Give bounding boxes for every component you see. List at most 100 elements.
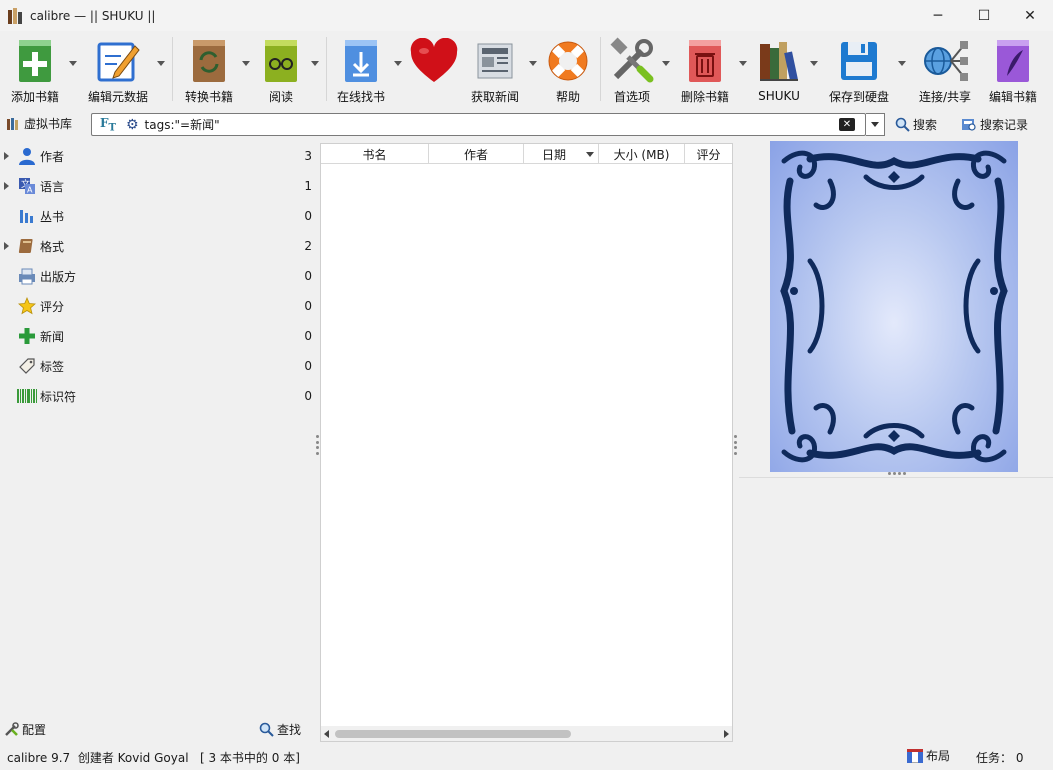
toolbar-edit-metadata[interactable]: 编辑元数据: [84, 35, 152, 105]
library-dropdown-icon[interactable]: [810, 61, 818, 66]
status-bar: calibre 9.7 创建者 Kovid Goyal [ 3 本书中的 0 本…: [0, 742, 1053, 770]
toolbar-convert-book[interactable]: 转换书籍: [178, 35, 240, 105]
tag-category-formats[interactable]: 格式 2: [0, 231, 319, 261]
expand-arrow-icon[interactable]: [4, 152, 9, 160]
book-cover-preview[interactable]: [770, 141, 1018, 472]
scroll-left-icon[interactable]: [324, 730, 329, 738]
book-list-header: 书名 作者 日期 大小 (MB) 评分: [321, 144, 732, 164]
toolbar-label: 添加书籍: [10, 90, 59, 104]
toolbar-fetch-news[interactable]: 获取新闻: [466, 35, 524, 105]
column-header-date[interactable]: 日期: [524, 144, 599, 164]
get-books-dropdown-icon[interactable]: [394, 61, 402, 66]
toolbar-label: 在线找书: [336, 90, 385, 104]
toolbar-save-to-disk[interactable]: 保存到硬盘: [824, 35, 894, 105]
add-book-dropdown-icon[interactable]: [69, 61, 77, 66]
tag-category-count: 2: [304, 239, 312, 253]
convert-book-dropdown-icon[interactable]: [242, 61, 250, 66]
tag-category-count: 0: [304, 269, 312, 283]
toolbar-connect-share[interactable]: 连接/共享: [912, 35, 978, 105]
ornamental-frame-image: [780, 150, 1008, 463]
status-message: calibre 9.7 创建者 Kovid Goyal [ 3 本书中的 0 本…: [7, 751, 300, 765]
tag-category-label: 语言: [40, 179, 65, 194]
minimize-button[interactable]: ─: [915, 0, 961, 31]
tag-category-identifiers[interactable]: 标识符 0: [0, 381, 319, 411]
window-title: calibre — || SHUKU ||: [30, 8, 156, 23]
fetch-news-icon: [469, 35, 521, 86]
tag-category-news[interactable]: 新闻 0: [0, 321, 319, 351]
find-in-tag-browser-button[interactable]: 查找: [259, 721, 301, 738]
toolbar-preferences[interactable]: 首选项: [604, 35, 660, 105]
column-header-rating[interactable]: 评分: [685, 144, 732, 164]
expand-arrow-icon[interactable]: [4, 242, 9, 250]
remove-book-icon: [679, 35, 731, 86]
tag-category-authors[interactable]: 作者 3: [0, 141, 319, 171]
toolbar-separator: [600, 37, 601, 101]
toolbar-edit-book[interactable]: 编辑书籍: [984, 35, 1042, 105]
toolbar-library[interactable]: SHUKU: [752, 35, 806, 105]
toolbar-help[interactable]: 帮助: [542, 35, 594, 105]
column-header-size[interactable]: 大小 (MB): [599, 144, 685, 164]
remove-books-dropdown-icon[interactable]: [739, 61, 747, 66]
toolbar-separator: [326, 37, 327, 101]
main-toolbar: 添加书籍 编辑元数据 转换书籍 阅读 在线找书 获取新闻 帮助 首选项 删除书籍…: [0, 31, 1053, 106]
configure-tag-browser-button[interactable]: 配置: [4, 721, 46, 738]
toolbar-get-books[interactable]: 在线找书: [332, 35, 390, 105]
column-header-author[interactable]: 作者: [429, 144, 524, 164]
toolbar-label: 连接/共享: [918, 90, 972, 104]
search-history-dropdown[interactable]: [866, 113, 885, 136]
tag-category-rating[interactable]: 评分 0: [0, 291, 319, 321]
tag-category-publishers[interactable]: 出版方 0: [0, 261, 319, 291]
read-book-icon: [255, 35, 307, 86]
clear-search-icon[interactable]: ✕: [839, 118, 855, 131]
right-splitter-handle[interactable]: [734, 435, 737, 455]
read-book-dropdown-icon[interactable]: [311, 61, 319, 66]
full-text-search-icon[interactable]: FT: [100, 116, 116, 133]
library-books-icon: [753, 35, 805, 87]
calibre-app-icon: [8, 7, 24, 24]
left-splitter-handle[interactable]: [316, 435, 319, 455]
saved-searches-label: 搜索记录: [980, 118, 1029, 132]
cover-splitter-handle[interactable]: [888, 472, 906, 475]
toolbar-label: 转换书籍: [184, 90, 233, 104]
search-button-label: 搜索: [913, 118, 938, 132]
jobs-indicator[interactable]: 任务： 0: [976, 749, 1023, 766]
scroll-right-icon[interactable]: [724, 730, 729, 738]
expand-arrow-icon[interactable]: [4, 182, 9, 190]
search-button[interactable]: 搜索: [895, 116, 937, 133]
scrollbar-thumb[interactable]: [335, 730, 571, 738]
tag-category-languages[interactable]: 文A 语言 1: [0, 171, 319, 201]
barcode-icon: [17, 386, 37, 406]
edit-metadata-dropdown-icon[interactable]: [157, 61, 165, 66]
search-settings-gear-icon[interactable]: ⚙: [126, 117, 139, 133]
search-input[interactable]: FT ⚙ tags:"=新闻" ✕: [91, 113, 866, 136]
save-floppy-icon: [833, 35, 885, 86]
configure-label: 配置: [22, 723, 47, 737]
tag-browser: 作者 3 文A 语言 1 丛书 0 格式 2 出版方 0 评分 0 新闻 0 标…: [0, 141, 319, 716]
virtual-library-icon: [7, 117, 18, 130]
tag-category-label: 丛书: [40, 209, 65, 224]
tag-category-tags[interactable]: 标签 0: [0, 351, 319, 381]
find-label: 查找: [277, 723, 302, 737]
toolbar-read-book[interactable]: 阅读: [254, 35, 308, 105]
horizontal-scrollbar[interactable]: [321, 726, 732, 741]
preferences-dropdown-icon[interactable]: [662, 61, 670, 66]
column-header-title[interactable]: 书名: [321, 144, 429, 164]
layout-button[interactable]: 布局: [907, 747, 950, 764]
toolbar-add-book[interactable]: 添加书籍: [4, 35, 66, 105]
series-icon: [17, 206, 37, 226]
maximize-button[interactable]: ☐: [961, 0, 1007, 31]
toolbar-label: 删除书籍: [680, 90, 729, 104]
tag-category-label: 新闻: [40, 329, 65, 344]
toolbar-remove-books[interactable]: 删除书籍: [676, 35, 734, 105]
virtual-library-button[interactable]: 虚拟书库: [6, 115, 72, 132]
book-format-icon: [17, 236, 37, 256]
tag-category-count: 0: [304, 389, 312, 403]
fetch-news-dropdown-icon[interactable]: [529, 61, 537, 66]
saved-searches-button[interactable]: 搜索记录: [961, 116, 1028, 133]
save-to-disk-dropdown-icon[interactable]: [898, 61, 906, 66]
tag-category-series[interactable]: 丛书 0: [0, 201, 319, 231]
toolbar-label: 首选项: [613, 90, 650, 104]
toolbar-donate[interactable]: [406, 35, 462, 105]
book-list[interactable]: 书名 作者 日期 大小 (MB) 评分: [320, 143, 733, 742]
close-button[interactable]: ✕: [1007, 0, 1053, 31]
